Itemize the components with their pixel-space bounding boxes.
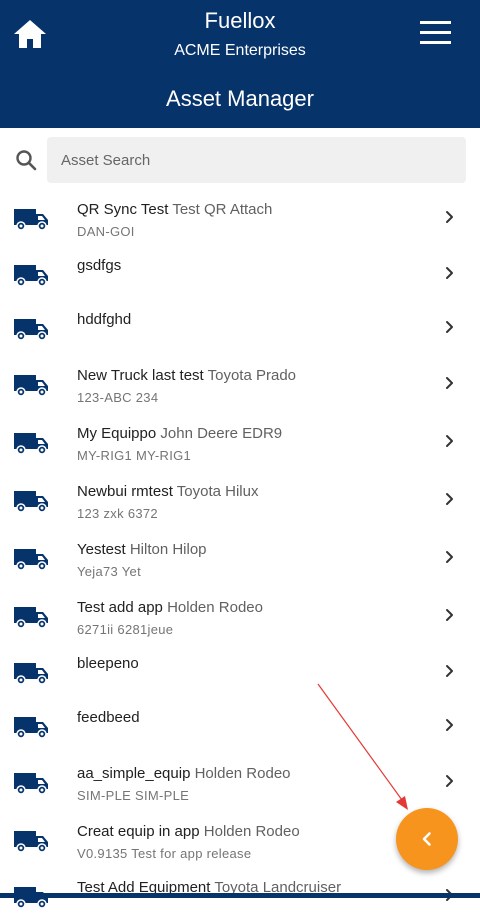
- chevron-right-icon: [446, 775, 453, 787]
- truck-icon: [14, 319, 48, 341]
- asset-model: Holden Rodeo: [194, 765, 291, 782]
- hamburger-menu-icon: [420, 21, 451, 24]
- asset-name: gsdfgs: [77, 257, 122, 274]
- asset-name: Creat equip in app: [77, 823, 200, 840]
- asset-name: feedbeed: [77, 709, 140, 726]
- asset-name: bleepeno: [77, 655, 139, 672]
- truck-icon: [14, 375, 48, 397]
- asset-identifier: SIM-PLE SIM-PLE: [77, 788, 190, 803]
- asset-name: hddfghd: [77, 311, 132, 328]
- asset-list-item[interactable]: hddfghd: [0, 298, 480, 352]
- asset-identifier: 123 zxk 6372: [77, 506, 158, 521]
- asset-list-item[interactable]: QR Sync Test Test QR Attach DAN-GOI: [0, 186, 480, 240]
- asset-list-item[interactable]: Yestest Hilton Hilop Yeja73 Yet: [0, 526, 480, 580]
- truck-icon: [14, 773, 48, 795]
- truck-icon: [14, 663, 48, 685]
- organization-name: ACME Enterprises: [174, 42, 306, 59]
- chevron-right-icon: [446, 551, 453, 563]
- asset-list-item[interactable]: feedbeed: [0, 696, 480, 750]
- asset-list-item[interactable]: My Equippo John Deere EDR9 MY-RIG1 MY-RIG…: [0, 410, 480, 464]
- asset-title: My Equippo John Deere EDR9: [77, 425, 282, 442]
- asset-list-item[interactable]: aa_simple_equip Holden Rodeo SIM-PLE SIM-…: [0, 750, 480, 804]
- asset-name: My Equippo: [77, 425, 157, 442]
- asset-name: Yestest: [77, 541, 126, 558]
- chevron-right-icon: [446, 493, 453, 505]
- asset-title: bleepeno: [77, 655, 139, 672]
- asset-identifier: V0.9135 Test for app release: [77, 846, 252, 861]
- chevron-right-icon: [446, 665, 453, 677]
- app-title: Fuellox: [204, 8, 276, 33]
- page-title: Asset Manager: [166, 86, 314, 111]
- asset-list-item[interactable]: New Truck last test Toyota Prado 123-ABC …: [0, 352, 480, 406]
- asset-title: Newbui rmtest Toyota Hilux: [77, 483, 258, 500]
- asset-identifier: DAN-GOI: [77, 224, 135, 239]
- asset-search-input[interactable]: [47, 137, 466, 183]
- asset-model: Holden Rodeo: [167, 599, 263, 616]
- truck-icon: [14, 433, 48, 455]
- truck-icon: [14, 831, 48, 853]
- asset-model: Hilton Hilop: [129, 541, 207, 558]
- hamburger-menu-icon: [420, 31, 451, 34]
- chevron-left-icon: [422, 832, 431, 846]
- asset-model: Holden Rodeo: [203, 823, 300, 840]
- chevron-right-icon: [446, 267, 453, 279]
- asset-identifier: MY-RIG1 MY-RIG1: [77, 448, 192, 463]
- asset-title: New Truck last test Toyota Prado: [77, 367, 296, 384]
- asset-name: aa_simple_equip: [77, 765, 191, 782]
- chevron-right-icon: [446, 435, 453, 447]
- truck-icon: [14, 549, 48, 571]
- asset-model: Toyota Hilux: [176, 483, 259, 500]
- asset-title: Creat equip in app Holden Rodeo: [77, 823, 300, 840]
- asset-identifier: Yeja73 Yet: [77, 564, 141, 579]
- chevron-right-icon: [446, 377, 453, 389]
- asset-title: QR Sync Test Test QR Attach: [77, 201, 272, 218]
- truck-icon: [14, 607, 48, 629]
- asset-name: Test add app: [77, 599, 163, 616]
- back-fab-button[interactable]: [396, 808, 458, 870]
- truck-icon: [14, 209, 48, 231]
- search-icon: [16, 150, 37, 171]
- asset-title: aa_simple_equip Holden Rodeo: [77, 765, 291, 782]
- asset-title: gsdfgs: [77, 257, 121, 274]
- menu-button[interactable]: [418, 21, 454, 47]
- asset-identifier: 123-ABC 234: [77, 390, 159, 405]
- asset-list-item[interactable]: bleepeno: [0, 642, 480, 696]
- asset-list-item[interactable]: Test add app Holden Rodeo 6271ii 6281jeue: [0, 584, 480, 638]
- truck-icon: [14, 717, 48, 739]
- asset-name: QR Sync Test: [77, 201, 169, 218]
- asset-title: Yestest Hilton Hilop: [77, 541, 207, 558]
- asset-list-item[interactable]: Newbui rmtest Toyota Hilux 123 zxk 6372: [0, 468, 480, 522]
- asset-model: Test QR Attach: [172, 201, 273, 218]
- asset-name: New Truck last test: [77, 367, 204, 384]
- asset-list-item[interactable]: gsdfgs: [0, 244, 480, 298]
- asset-identifier: 6271ii 6281jeue: [77, 622, 174, 637]
- asset-name: Newbui rmtest: [77, 483, 173, 500]
- chevron-right-icon: [446, 719, 453, 731]
- asset-model: Toyota Prado: [207, 367, 296, 384]
- truck-icon: [14, 491, 48, 513]
- app-header: Fuellox ACME Enterprises Asset Manager: [0, 0, 480, 128]
- chevron-right-icon: [446, 321, 453, 333]
- chevron-right-icon: [446, 211, 453, 223]
- asset-title: hddfghd: [77, 311, 131, 328]
- asset-title: Test add app Holden Rodeo: [77, 599, 263, 616]
- truck-icon: [14, 265, 48, 287]
- asset-model: John Deere EDR9: [160, 425, 283, 442]
- bottom-bar: [0, 893, 480, 898]
- chevron-right-icon: [446, 609, 453, 621]
- hamburger-menu-icon: [420, 41, 451, 44]
- asset-title: feedbeed: [77, 709, 140, 726]
